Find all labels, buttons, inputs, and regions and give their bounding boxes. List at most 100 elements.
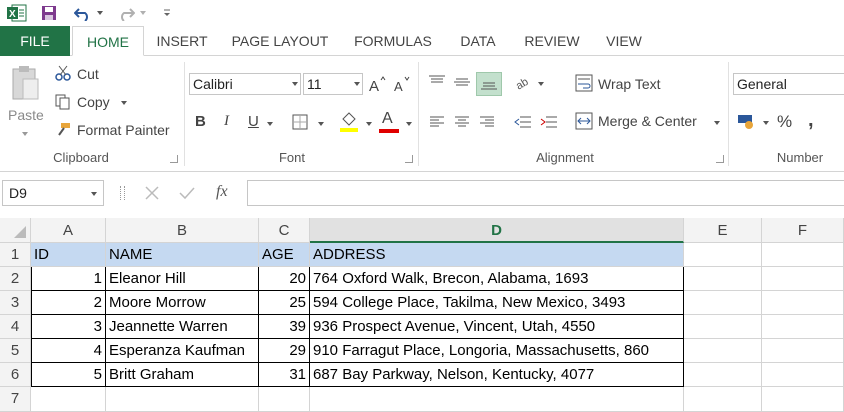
row-header-6[interactable]: 6 xyxy=(0,363,31,387)
empty-cell[interactable] xyxy=(762,363,844,387)
select-all-corner[interactable] xyxy=(0,218,31,243)
table-cell-name[interactable]: Jeannette Warren xyxy=(106,315,259,339)
insert-function-button[interactable]: fx xyxy=(216,183,228,201)
empty-cell[interactable] xyxy=(684,315,762,339)
fill-color-icon[interactable] xyxy=(338,110,360,134)
italic-button[interactable]: I xyxy=(224,113,229,130)
tab-insert[interactable]: INSERT xyxy=(148,26,216,56)
empty-cell[interactable] xyxy=(762,339,844,363)
copy-dropdown-icon[interactable] xyxy=(121,101,127,105)
decrease-font-size-icon[interactable]: A xyxy=(392,73,412,95)
orientation-icon[interactable]: ab xyxy=(512,70,534,94)
redo-icon[interactable] xyxy=(115,3,137,23)
table-cell-name[interactable]: Esperanza Kaufman xyxy=(106,339,259,363)
customize-toolbar-icon[interactable] xyxy=(156,3,178,23)
font-color-glyph[interactable]: A xyxy=(382,110,393,128)
borders-dropdown-icon[interactable] xyxy=(318,122,324,126)
tab-page-layout[interactable]: PAGE LAYOUT xyxy=(222,26,338,56)
tab-home[interactable]: HOME xyxy=(72,26,144,56)
tab-formulas[interactable]: FORMULAS xyxy=(344,26,442,56)
percent-style-button[interactable]: % xyxy=(777,112,792,132)
table-header-cell[interactable]: ID xyxy=(31,243,106,267)
merge-center-button[interactable]: Merge & Center xyxy=(598,113,697,129)
cancel-icon[interactable] xyxy=(142,183,162,203)
redo-dropdown-icon[interactable] xyxy=(140,11,146,15)
font-size-select[interactable]: 11 xyxy=(303,73,363,95)
table-cell-address[interactable]: 687 Bay Parkway, Nelson, Kentucky, 4077 xyxy=(310,363,684,387)
table-cell-name[interactable]: Eleanor Hill xyxy=(106,267,259,291)
column-header-b[interactable]: B xyxy=(106,218,259,243)
paste-icon[interactable] xyxy=(8,64,42,104)
merge-center-icon[interactable] xyxy=(574,110,594,132)
table-cell-name[interactable]: Moore Morrow xyxy=(106,291,259,315)
table-cell-age[interactable]: 31 xyxy=(259,363,310,387)
column-header-e[interactable]: E xyxy=(684,218,762,243)
column-header-a[interactable]: A xyxy=(31,218,106,243)
format-painter-icon[interactable] xyxy=(54,121,72,139)
bottom-align-icon[interactable] xyxy=(476,72,502,96)
empty-cell[interactable] xyxy=(762,291,844,315)
table-cell-id[interactable]: 4 xyxy=(31,339,106,363)
underline-button[interactable]: U xyxy=(248,113,259,130)
bold-button[interactable]: B xyxy=(195,113,206,130)
row-header-1[interactable]: 1 xyxy=(0,243,31,267)
paste-dropdown-icon[interactable] xyxy=(22,132,28,136)
table-cell-age[interactable]: 20 xyxy=(259,267,310,291)
table-cell-age[interactable]: 39 xyxy=(259,315,310,339)
increase-font-size-icon[interactable]: A xyxy=(367,73,387,95)
empty-cell[interactable] xyxy=(762,267,844,291)
align-left-icon[interactable] xyxy=(426,110,448,134)
font-color-dropdown-icon[interactable] xyxy=(406,122,412,126)
table-cell-address[interactable]: 936 Prospect Avenue, Vincent, Utah, 4550 xyxy=(310,315,684,339)
format-painter-button[interactable]: Format Painter xyxy=(77,122,170,138)
table-cell-id[interactable]: 2 xyxy=(31,291,106,315)
tab-view[interactable]: VIEW xyxy=(596,26,652,56)
row-header-2[interactable]: 2 xyxy=(0,267,31,291)
empty-cell[interactable] xyxy=(31,387,106,412)
top-align-icon[interactable] xyxy=(426,70,448,94)
tab-review[interactable]: REVIEW xyxy=(514,26,590,56)
merge-dropdown-icon[interactable] xyxy=(714,121,720,125)
save-icon[interactable] xyxy=(38,3,60,23)
empty-cell[interactable] xyxy=(310,387,684,412)
table-cell-address[interactable]: 910 Farragut Place, Longoria, Massachuse… xyxy=(310,339,684,363)
empty-cell[interactable] xyxy=(684,363,762,387)
font-launcher-icon[interactable] xyxy=(405,155,413,163)
clipboard-launcher-icon[interactable] xyxy=(170,155,178,163)
empty-cell[interactable] xyxy=(762,315,844,339)
paste-button-label[interactable]: Paste xyxy=(8,107,44,123)
accounting-dropdown-icon[interactable] xyxy=(763,121,769,125)
empty-cell[interactable] xyxy=(684,387,762,412)
column-header-c[interactable]: C xyxy=(259,218,310,243)
table-cell-address[interactable]: 594 College Place, Takilma, New Mexico, … xyxy=(310,291,684,315)
empty-cell[interactable] xyxy=(259,387,310,412)
row-header-3[interactable]: 3 xyxy=(0,291,31,315)
accounting-format-icon[interactable] xyxy=(736,110,758,132)
wrap-text-icon[interactable] xyxy=(574,72,594,94)
table-header-cell[interactable]: AGE xyxy=(259,243,310,267)
alignment-launcher-icon[interactable] xyxy=(716,155,724,163)
formula-input[interactable] xyxy=(247,180,844,206)
orientation-dropdown-icon[interactable] xyxy=(538,82,544,86)
align-center-icon[interactable] xyxy=(451,110,473,134)
empty-cell[interactable] xyxy=(762,243,844,267)
copy-button[interactable]: Copy xyxy=(77,94,110,110)
wrap-text-button[interactable]: Wrap Text xyxy=(598,76,661,92)
row-header-4[interactable]: 4 xyxy=(0,315,31,339)
table-cell-id[interactable]: 1 xyxy=(31,267,106,291)
empty-cell[interactable] xyxy=(684,267,762,291)
borders-icon[interactable] xyxy=(290,112,310,132)
table-cell-name[interactable]: Britt Graham xyxy=(106,363,259,387)
row-header-5[interactable]: 5 xyxy=(0,339,31,363)
undo-icon[interactable] xyxy=(72,3,94,23)
font-name-select[interactable]: Calibri xyxy=(189,73,301,95)
empty-cell[interactable] xyxy=(106,387,259,412)
copy-icon[interactable] xyxy=(54,93,72,111)
column-header-d[interactable]: D xyxy=(310,218,684,243)
name-box[interactable]: D9 xyxy=(2,180,104,206)
excel-logo-icon[interactable]: X xyxy=(6,3,28,23)
middle-align-icon[interactable] xyxy=(451,70,473,94)
table-header-cell[interactable]: NAME xyxy=(106,243,259,267)
empty-cell[interactable] xyxy=(684,243,762,267)
empty-cell[interactable] xyxy=(762,387,844,412)
